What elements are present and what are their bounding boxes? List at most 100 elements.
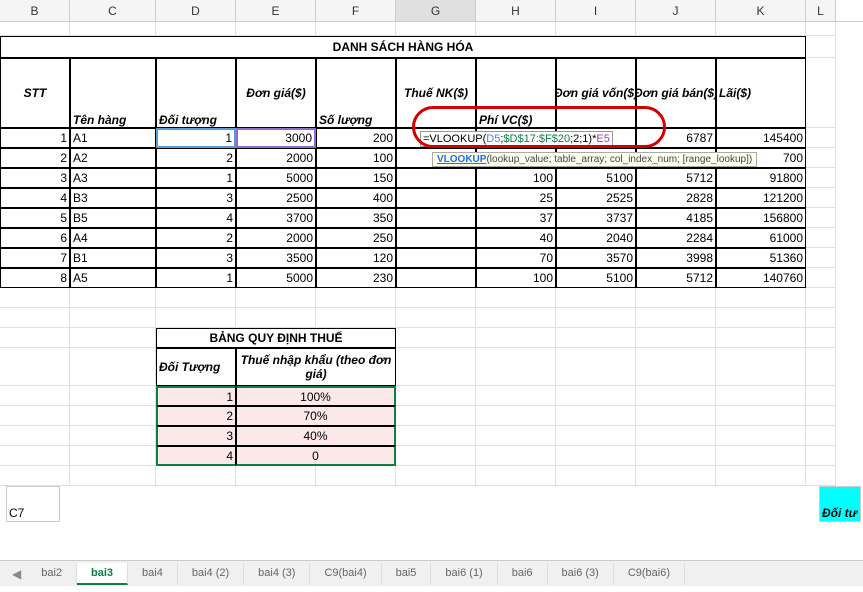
tax-cell-dt[interactable]: 3 — [156, 426, 236, 446]
cell[interactable] — [396, 168, 476, 188]
cell[interactable]: 3 — [0, 168, 70, 188]
sheet-tab-bai2[interactable]: bai2 — [27, 563, 77, 585]
col-header-F[interactable]: F — [316, 0, 396, 21]
cell[interactable]: 4 — [0, 188, 70, 208]
cell[interactable]: 5 — [0, 208, 70, 228]
tax-row[interactable]: 40 — [0, 446, 863, 466]
cell[interactable]: 1 — [0, 128, 70, 148]
cell[interactable]: 5712 — [636, 268, 716, 288]
tax-row[interactable]: 340% — [0, 426, 863, 446]
cell[interactable]: 7 — [0, 248, 70, 268]
table-row[interactable]: 5B5437003503737374185156800 — [0, 208, 863, 228]
spreadsheet-grid[interactable]: DANH SÁCH HÀNG HÓA STT Tên hàng Đối tượn… — [0, 22, 863, 486]
cell[interactable]: 230 — [316, 268, 396, 288]
cell[interactable] — [396, 268, 476, 288]
tax-row[interactable]: 1100% — [0, 386, 863, 406]
cell[interactable]: 2 — [156, 148, 236, 168]
table-row[interactable]: 3A3150001501005100571291800 — [0, 168, 863, 188]
cell[interactable]: 5100 — [556, 268, 636, 288]
cell[interactable] — [396, 208, 476, 228]
col-header-G[interactable]: G — [396, 0, 476, 21]
cell[interactable]: A3 — [70, 168, 156, 188]
table-row[interactable]: 6A422000250402040228461000 — [0, 228, 863, 248]
cell[interactable]: 3570 — [556, 248, 636, 268]
frozen-cell-right[interactable]: Đối tư — [819, 486, 861, 522]
cell[interactable]: 8 — [0, 268, 70, 288]
tax-cell-value[interactable]: 70% — [236, 406, 396, 426]
cell[interactable]: A4 — [70, 228, 156, 248]
tax-cell-value[interactable]: 40% — [236, 426, 396, 446]
col-header-C[interactable]: C — [70, 0, 156, 21]
cell[interactable]: 1 — [156, 128, 236, 148]
cell[interactable]: 350 — [316, 208, 396, 228]
table-row[interactable]: 4B3325004002525252828121200 — [0, 188, 863, 208]
formula-editing-cell[interactable]: =VLOOKUP(D5;$D$17:$F$20;2;1)*E5 — [420, 131, 613, 147]
table-row[interactable]: 8A51500023010051005712140760 — [0, 268, 863, 288]
col-header-B[interactable]: B — [0, 0, 70, 21]
sheet-tab-bai4 (2)[interactable]: bai4 (2) — [178, 563, 244, 585]
cell[interactable]: 250 — [316, 228, 396, 248]
col-header-J[interactable]: J — [636, 0, 716, 21]
table-row[interactable]: 7B133500120703570399851360 — [0, 248, 863, 268]
cell[interactable]: 200 — [316, 128, 396, 148]
cell[interactable]: A2 — [70, 148, 156, 168]
col-header-H[interactable]: H — [476, 0, 556, 21]
cell[interactable]: A5 — [70, 268, 156, 288]
cell[interactable]: 156800 — [716, 208, 806, 228]
cell[interactable]: 2828 — [636, 188, 716, 208]
cell[interactable]: 100 — [476, 168, 556, 188]
cell[interactable]: 140760 — [716, 268, 806, 288]
col-header-D[interactable]: D — [156, 0, 236, 21]
cell[interactable]: 1 — [156, 268, 236, 288]
cell[interactable]: 4 — [156, 208, 236, 228]
cell[interactable]: 3700 — [236, 208, 316, 228]
cell[interactable]: 4185 — [636, 208, 716, 228]
cell[interactable]: 2040 — [556, 228, 636, 248]
col-header-I[interactable]: I — [556, 0, 636, 21]
cell[interactable]: 100 — [316, 148, 396, 168]
cell[interactable]: 1 — [156, 168, 236, 188]
cell[interactable]: 25 — [476, 188, 556, 208]
col-header-K[interactable]: K — [716, 0, 806, 21]
cell[interactable]: 2525 — [556, 188, 636, 208]
cell[interactable]: 40 — [476, 228, 556, 248]
cell[interactable]: 3998 — [636, 248, 716, 268]
cell[interactable]: 2000 — [236, 148, 316, 168]
sheet-tabs[interactable]: ◀ bai2bai3bai4bai4 (2)bai4 (3)C9(bai4)ba… — [0, 560, 863, 586]
col-header-L[interactable]: L — [806, 0, 836, 21]
tooltip-fn-link[interactable]: VLOOKUP — [437, 154, 486, 165]
cell[interactable]: 145400 — [716, 128, 806, 148]
cell[interactable] — [396, 228, 476, 248]
sheet-tab-bai6[interactable]: bai6 — [498, 563, 548, 585]
cell[interactable]: 2284 — [636, 228, 716, 248]
cell[interactable] — [396, 188, 476, 208]
col-header-E[interactable]: E — [236, 0, 316, 21]
cell[interactable]: 5000 — [236, 168, 316, 188]
cell[interactable] — [396, 248, 476, 268]
cell[interactable]: 61000 — [716, 228, 806, 248]
cell[interactable]: 400 — [316, 188, 396, 208]
cell[interactable]: 3 — [156, 248, 236, 268]
column-headers[interactable]: BCDEFGHIJKL — [0, 0, 863, 22]
tax-cell-dt[interactable]: 1 — [156, 386, 236, 406]
cell[interactable]: 100 — [476, 268, 556, 288]
tax-row[interactable]: 270% — [0, 406, 863, 426]
cell[interactable]: 91800 — [716, 168, 806, 188]
cell[interactable]: 2500 — [236, 188, 316, 208]
cell[interactable]: 3737 — [556, 208, 636, 228]
cell[interactable]: 3500 — [236, 248, 316, 268]
tax-cell-dt[interactable]: 2 — [156, 406, 236, 426]
cell[interactable]: 5712 — [636, 168, 716, 188]
tax-cell-dt[interactable]: 4 — [156, 446, 236, 466]
cell[interactable]: 70 — [476, 248, 556, 268]
cell[interactable]: 120 — [316, 248, 396, 268]
cell[interactable]: B5 — [70, 208, 156, 228]
cell[interactable]: 121200 — [716, 188, 806, 208]
sheet-tab-C9(bai4)[interactable]: C9(bai4) — [310, 563, 381, 585]
sheet-tab-C9(bai6)[interactable]: C9(bai6) — [614, 563, 685, 585]
tax-cell-value[interactable]: 100% — [236, 386, 396, 406]
cell[interactable]: 2000 — [236, 228, 316, 248]
tab-nav-prev-icon[interactable]: ◀ — [6, 567, 27, 581]
cell[interactable]: 3000 — [236, 128, 316, 148]
cell[interactable]: B1 — [70, 248, 156, 268]
